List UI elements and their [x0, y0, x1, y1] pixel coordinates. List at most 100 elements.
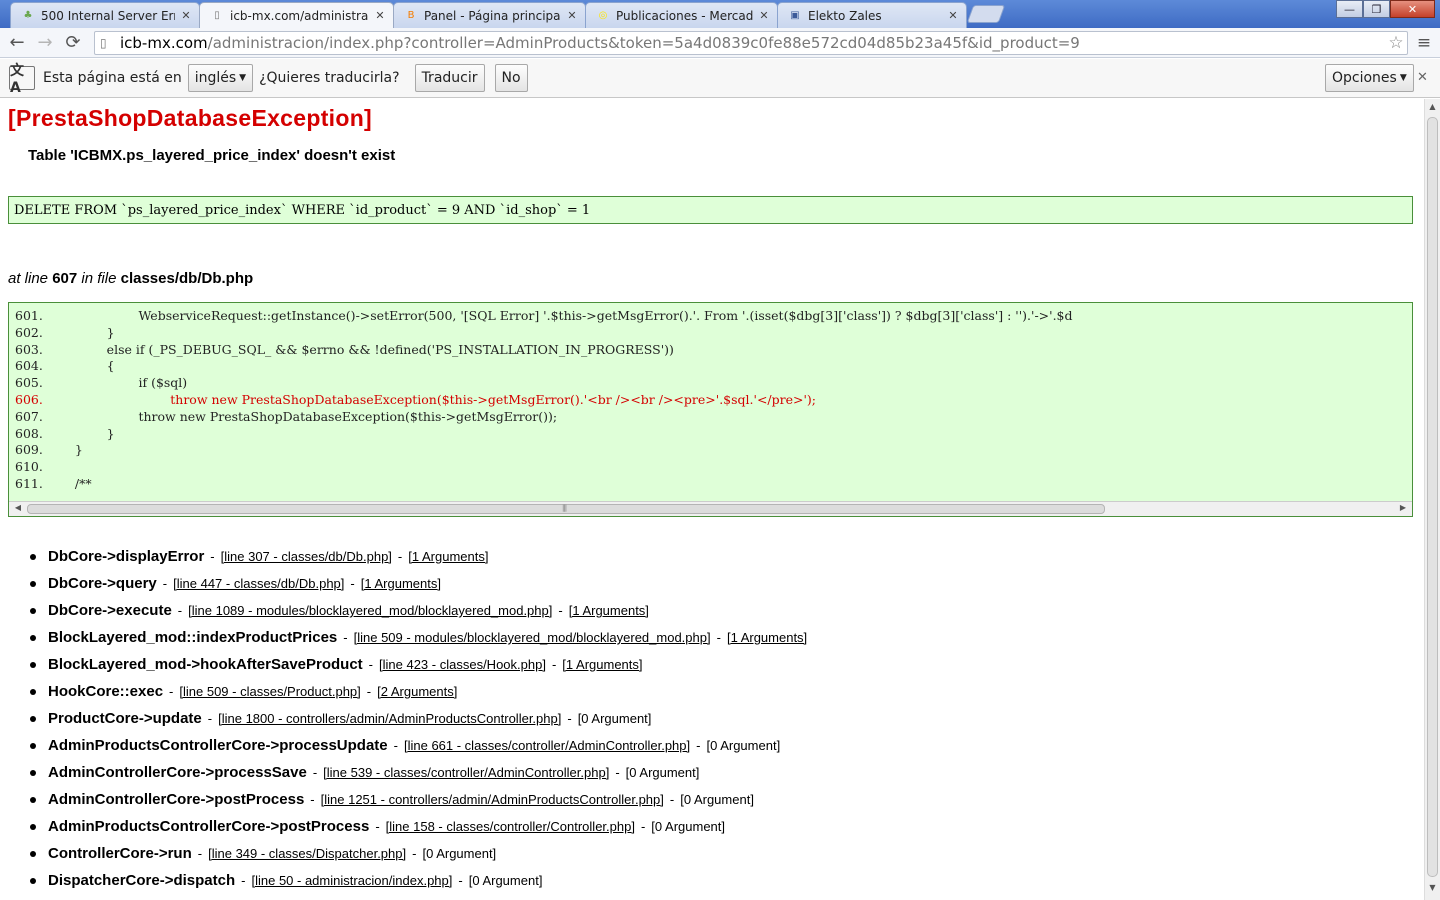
- stack-trace-item: ProductCore->update - [line 1800 - control…: [30, 705, 807, 732]
- separator: -: [669, 792, 675, 807]
- trace-location-link[interactable]: [line 509 - modules/blocklayered_mod/blo…: [354, 630, 711, 645]
- vertical-scrollbar[interactable]: ▲ ▼: [1424, 99, 1440, 900]
- tab-3[interactable]: B Panel - Página principal ✕: [393, 2, 586, 28]
- trace-location-link[interactable]: [line 423 - classes/Hook.php]: [379, 657, 546, 672]
- close-translate-bar-icon[interactable]: ✕: [1417, 70, 1428, 85]
- trace-function: DbCore->displayError: [48, 548, 205, 565]
- new-tab-button[interactable]: [966, 5, 1006, 23]
- handshake-icon: ◎: [598, 10, 608, 21]
- stack-trace-item: DbCore->displayError - [line 307 - classes…: [30, 543, 807, 570]
- tab-close-icon[interactable]: ✕: [946, 9, 960, 22]
- tab-close-icon[interactable]: ✕: [565, 9, 579, 22]
- minimize-icon[interactable]: —: [1336, 0, 1363, 18]
- separator: -: [558, 603, 563, 618]
- bullet-icon: [30, 688, 36, 695]
- back-arrow-icon[interactable]: ←: [3, 30, 31, 56]
- trace-location-link[interactable]: [line 307 - classes/db/Db.php]: [221, 549, 392, 564]
- horizontal-scrollbar[interactable]: ◀ ||| ▶: [9, 501, 1412, 516]
- forward-arrow-icon[interactable]: →: [31, 30, 59, 56]
- stack-trace-item: DispatcherCore->dispatch - [line 50 - admi…: [30, 867, 807, 894]
- separator: -: [197, 846, 203, 861]
- at-line-label: at line: [8, 270, 49, 287]
- scroll-right-icon[interactable]: ▶: [1396, 503, 1410, 512]
- trace-arguments-link[interactable]: [1 Arguments]: [569, 603, 649, 618]
- trace-location-link[interactable]: [line 1251 - controllers/admin/AdminProd…: [321, 792, 664, 807]
- trace-location-link[interactable]: [line 447 - classes/db/Db.php]: [173, 576, 344, 591]
- stack-trace-item: DbCore->execute - [line 1089 - modules/blo…: [30, 597, 807, 624]
- menu-icon[interactable]: ≡: [1414, 33, 1434, 53]
- source-code-box[interactable]: 601. WebserviceRequest::getInstance()->s…: [8, 302, 1413, 517]
- no-translate-button[interactable]: No: [494, 64, 528, 92]
- address-bar[interactable]: ▯ icb-mx.com/administracion/index.php?co…: [94, 31, 1408, 55]
- code-line: 608. }: [15, 426, 1412, 443]
- separator: -: [567, 711, 572, 726]
- separator: -: [716, 630, 721, 645]
- error-file: classes/db/Db.php: [120, 270, 254, 287]
- trace-location-link[interactable]: [line 539 - classes/controller/AdminCont…: [323, 765, 609, 780]
- trace-location-link[interactable]: [line 349 - classes/Dispatcher.php]: [208, 846, 406, 861]
- tab-close-icon[interactable]: ✕: [179, 9, 193, 22]
- tab-close-icon[interactable]: ✕: [757, 9, 771, 22]
- trace-location-link[interactable]: [line 1089 - modules/blocklayered_mod/bl…: [188, 603, 552, 618]
- code-line-number: 609.: [15, 442, 43, 458]
- chevron-down-icon: ▼: [239, 73, 247, 83]
- reload-icon[interactable]: ⟳: [59, 30, 87, 56]
- tab-1[interactable]: ♣ 500 Internal Server Error ✕: [10, 2, 200, 28]
- trace-arguments-link[interactable]: [1 Arguments]: [727, 630, 807, 645]
- trace-location-link[interactable]: [line 509 - classes/Product.php]: [179, 684, 360, 699]
- trace-location-link[interactable]: [line 50 - administracion/index.php]: [251, 873, 452, 888]
- trace-arguments-link[interactable]: [1 Arguments]: [408, 549, 488, 564]
- stack-trace-item: ControllerCore->run - [line 349 - classes/…: [30, 840, 807, 867]
- trace-function: BlockLayered_mod->hookAfterSaveProduct: [48, 656, 363, 673]
- stack-trace-item: AdminControllerCore->postProcess - [line 1…: [30, 786, 807, 813]
- trace-location-link[interactable]: [line 661 - classes/controller/AdminCont…: [404, 738, 690, 753]
- translate-button[interactable]: Traducir: [414, 64, 485, 92]
- maximize-icon[interactable]: ❐: [1363, 0, 1390, 18]
- translate-bar: 文A Esta página está en inglés ▼ ¿Quieres…: [0, 59, 1440, 98]
- code-line-text: else if (_PS_DEBUG_SQL_ && $errno && !de…: [59, 341, 674, 357]
- bullet-icon: [30, 580, 36, 587]
- scroll-left-icon[interactable]: ◀: [11, 503, 25, 512]
- scroll-up-icon[interactable]: ▲: [1425, 102, 1440, 116]
- bullet-icon: [30, 796, 36, 803]
- url-host: icb-mx.com: [120, 34, 208, 52]
- tab-5[interactable]: ▣ Elekto Zales ✕: [777, 2, 967, 28]
- code-line-text: }: [59, 442, 83, 458]
- language-select[interactable]: inglés ▼: [187, 64, 254, 92]
- stack-trace-item: BlockLayered_mod::indexProductPrices - [li…: [30, 624, 807, 651]
- options-label: Opciones: [1332, 70, 1397, 86]
- code-line: 603. else if (_PS_DEBUG_SQL_ && $errno &…: [15, 341, 1412, 359]
- bullet-icon: [30, 634, 36, 641]
- code-line-text: throw new PrestaShopDatabaseException($t…: [59, 408, 558, 424]
- trace-arguments-link[interactable]: [2 Arguments]: [377, 684, 457, 699]
- tab-4[interactable]: ◎ Publicaciones - MercadoL ✕: [585, 2, 778, 28]
- stack-trace-item: AdminProductsControllerCore->processUpda…: [30, 732, 807, 759]
- separator: -: [366, 684, 372, 699]
- page-icon: ▯: [100, 36, 107, 50]
- window-close-icon[interactable]: ✕: [1390, 0, 1435, 18]
- sql-query-box: DELETE FROM `ps_layered_price_index` WHE…: [8, 196, 1413, 224]
- trace-arguments-link[interactable]: [1 Arguments]: [562, 657, 642, 672]
- url-text[interactable]: icb-mx.com/administracion/index.php?cont…: [116, 34, 1385, 52]
- chevron-down-icon: ▼: [1399, 73, 1407, 83]
- stack-trace-item: HookCore::exec - [line 509 - classes/Produ…: [30, 678, 807, 705]
- separator: -: [207, 711, 213, 726]
- trace-arguments-link[interactable]: [1 Arguments]: [361, 576, 441, 591]
- trace-location-link[interactable]: [line 158 - classes/controller/Controlle…: [386, 819, 635, 834]
- bookmark-star-icon[interactable]: ☆: [1385, 33, 1407, 53]
- stack-trace-list: DbCore->displayError - [line 307 - classes…: [30, 543, 807, 894]
- trace-arguments: [0 Argument]: [468, 873, 543, 888]
- separator: -: [177, 603, 183, 618]
- bullet-icon: [30, 877, 36, 884]
- separator: -: [210, 549, 215, 564]
- trace-function: DispatcherCore->dispatch: [48, 872, 236, 889]
- scroll-down-icon[interactable]: ▼: [1425, 883, 1440, 897]
- tab-2[interactable]: ▯ icb-mx.com/administracio ✕: [199, 2, 394, 28]
- vertical-scroll-thumb[interactable]: [1427, 117, 1438, 877]
- options-button[interactable]: Opciones ▼: [1325, 64, 1414, 92]
- trace-location-link[interactable]: [line 1800 - controllers/admin/AdminProd…: [218, 711, 561, 726]
- trace-function: DbCore->query: [48, 575, 157, 592]
- stack-trace-item: BlockLayered_mod->hookAfterSaveProduct -[…: [30, 651, 807, 678]
- tab-title: Publicaciones - MercadoL: [616, 8, 753, 23]
- tab-close-icon[interactable]: ✕: [373, 9, 387, 22]
